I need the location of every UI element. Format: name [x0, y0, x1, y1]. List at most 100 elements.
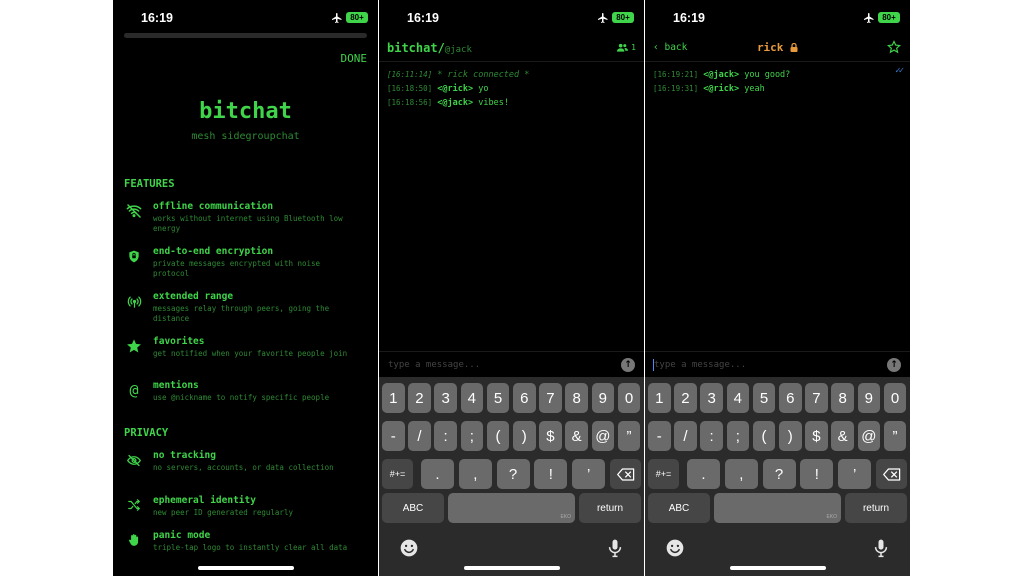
return-key[interactable]: return	[845, 493, 907, 523]
send-button[interactable]: ↑	[621, 358, 635, 372]
app-subtitle: mesh sidegroupchat	[191, 131, 300, 142]
key-punctuation[interactable]: ,	[724, 459, 758, 489]
user-handle[interactable]: @jack	[445, 45, 472, 55]
shield-icon	[124, 246, 144, 266]
feature-desc: no servers, accounts, or data collection	[153, 463, 334, 472]
key-7[interactable]: 8	[831, 383, 854, 413]
key-symbol[interactable]: $	[539, 421, 562, 451]
emoji-icon[interactable]	[665, 538, 685, 558]
abc-key[interactable]: ABC	[648, 493, 710, 523]
key-symbol[interactable]: )	[779, 421, 802, 451]
key-0[interactable]: 1	[382, 383, 405, 413]
key-symbol[interactable]: )	[513, 421, 536, 451]
key-5[interactable]: 6	[513, 383, 536, 413]
microphone-icon[interactable]	[871, 538, 891, 558]
abc-key[interactable]: ABC	[382, 493, 444, 523]
key-6[interactable]: 7	[805, 383, 828, 413]
favorite-star-icon[interactable]	[887, 40, 901, 54]
symbols-toggle-key[interactable]: #+=	[648, 459, 679, 489]
message-sender[interactable]: <@jack>	[437, 98, 473, 108]
return-key[interactable]: return	[579, 493, 641, 523]
chat-header: ‹ back rick	[645, 38, 910, 62]
microphone-icon[interactable]	[605, 538, 625, 558]
key-punctuation[interactable]: ’	[838, 459, 872, 489]
key-symbol[interactable]: ”	[617, 421, 641, 451]
key-symbol[interactable]: $	[805, 421, 828, 451]
delete-key[interactable]	[876, 459, 907, 489]
key-punctuation[interactable]: !	[534, 459, 568, 489]
space-key[interactable]: EKO	[714, 493, 841, 523]
key-9[interactable]: 0	[617, 383, 641, 413]
feature-desc: works without internet using Bluetooth l…	[153, 214, 343, 233]
key-7[interactable]: 8	[565, 383, 588, 413]
feature-favorites: favorites get notified when your favorit…	[124, 336, 374, 376]
home-indicator[interactable]	[463, 566, 560, 570]
key-1[interactable]: 2	[674, 383, 697, 413]
key-4[interactable]: 5	[486, 383, 510, 413]
key-punctuation[interactable]: ?	[762, 459, 796, 489]
key-6[interactable]: 7	[539, 383, 562, 413]
key-symbol[interactable]: @	[591, 421, 615, 451]
message-input[interactable]: type a message...	[654, 360, 746, 370]
key-punctuation[interactable]: !	[800, 459, 834, 489]
key-punctuation[interactable]: ?	[496, 459, 530, 489]
status-bar: 16:19 80+	[379, 0, 644, 34]
done-button[interactable]: DONE	[341, 52, 368, 65]
feature-desc: use @nickname to notify specific people	[153, 393, 330, 402]
key-symbol[interactable]: ;	[726, 421, 750, 451]
battery-icon: 80+	[346, 12, 368, 23]
key-4[interactable]: 5	[752, 383, 776, 413]
key-symbol[interactable]: (	[752, 421, 776, 451]
send-button[interactable]: ↑	[887, 358, 901, 372]
key-symbol[interactable]: @	[857, 421, 881, 451]
system-message: [16:11:14] * rick connected *	[387, 70, 530, 80]
key-2[interactable]: 3	[700, 383, 723, 413]
key-2[interactable]: 3	[434, 383, 457, 413]
sheet-grabber[interactable]	[124, 33, 367, 38]
public-chat-screen: 16:19 80+ bitchat/@jack 1 [16:11:14] * r…	[379, 0, 644, 576]
channel-title[interactable]: bitchat/@jack	[387, 41, 472, 55]
key-symbol[interactable]: &	[831, 421, 854, 451]
symbols-toggle-key[interactable]: #+=	[382, 459, 413, 489]
delete-key[interactable]	[610, 459, 641, 489]
dm-recipient: rick	[645, 41, 910, 54]
message-input[interactable]: type a message...	[388, 360, 480, 370]
key-symbol[interactable]: :	[700, 421, 723, 451]
key-0[interactable]: 1	[648, 383, 671, 413]
read-receipt-icon: ✓✓	[895, 66, 904, 76]
status-bar: 16:19 80+	[113, 0, 378, 34]
feature-title: extended range	[153, 291, 234, 302]
key-symbol[interactable]: /	[674, 421, 697, 451]
home-indicator[interactable]	[197, 566, 294, 570]
space-key[interactable]: EKO	[448, 493, 575, 523]
key-3[interactable]: 4	[726, 383, 750, 413]
peer-count-button[interactable]: 1	[617, 43, 636, 52]
key-symbol[interactable]: (	[486, 421, 510, 451]
key-punctuation[interactable]: ,	[458, 459, 492, 489]
key-8[interactable]: 9	[857, 383, 881, 413]
shuffle-icon	[124, 495, 144, 515]
key-3[interactable]: 4	[460, 383, 484, 413]
app-title: bitchat	[199, 99, 292, 124]
feature-title: mentions	[153, 380, 199, 391]
key-1[interactable]: 2	[408, 383, 431, 413]
key-symbol[interactable]: /	[408, 421, 431, 451]
key-symbol[interactable]: :	[434, 421, 457, 451]
message-sender[interactable]: <@rick>	[703, 84, 739, 94]
key-symbol[interactable]: ;	[460, 421, 484, 451]
key-punctuation[interactable]: ’	[572, 459, 606, 489]
key-symbol[interactable]: ”	[883, 421, 907, 451]
message-sender[interactable]: <@rick>	[437, 84, 473, 94]
key-symbol[interactable]: -	[648, 421, 671, 451]
home-indicator[interactable]	[729, 566, 826, 570]
key-8[interactable]: 9	[591, 383, 615, 413]
antenna-icon	[124, 291, 144, 311]
emoji-icon[interactable]	[399, 538, 419, 558]
key-5[interactable]: 6	[779, 383, 802, 413]
message-sender[interactable]: <@jack>	[703, 70, 739, 80]
key-punctuation[interactable]: .	[421, 459, 454, 489]
key-9[interactable]: 0	[883, 383, 907, 413]
key-punctuation[interactable]: .	[687, 459, 720, 489]
key-symbol[interactable]: -	[382, 421, 405, 451]
key-symbol[interactable]: &	[565, 421, 588, 451]
